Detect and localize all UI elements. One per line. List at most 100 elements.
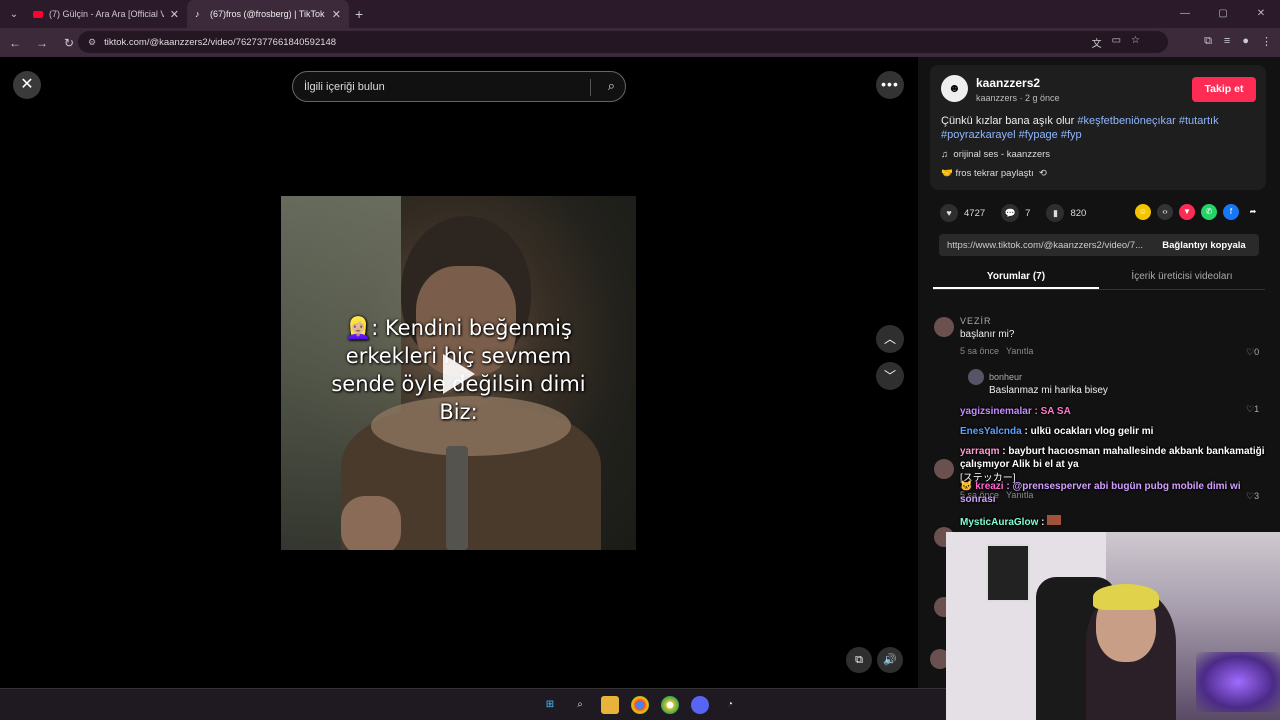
facebook-icon[interactable]: f	[1223, 204, 1239, 220]
file-explorer-icon[interactable]	[601, 696, 619, 714]
maximize-icon[interactable]: ▢	[1204, 0, 1242, 28]
comment-icon[interactable]: 💬	[1001, 204, 1020, 222]
windows-start-icon[interactable]: ⊞	[541, 696, 559, 714]
tab-creator-videos[interactable]: İçerik üreticisi videoları	[1099, 264, 1265, 289]
follow-button[interactable]: Takip et	[1192, 77, 1256, 102]
webcam-neon-light	[1196, 652, 1280, 712]
profile-avatar-icon[interactable]: ●	[1242, 35, 1249, 48]
description-text: Çünkü kızlar bana aşık olur	[941, 115, 1078, 127]
windows-taskbar: ⊞ ⌕ ◔	[0, 688, 946, 720]
chat-emote-icon	[1047, 515, 1062, 525]
address-bar-row: ← → ↻ ⚙ tiktok.com/@kaanzzers2/video/762…	[0, 28, 1280, 57]
reply-button[interactable]: Yanıtla	[1006, 346, 1033, 356]
tab-search-button[interactable]: ⌄	[3, 4, 25, 24]
panel-tabs: Yorumlar (7) İçerik üreticisi videoları	[933, 264, 1265, 290]
comment-count: 7	[1025, 207, 1031, 219]
bookmark-star-icon[interactable]: ☆	[1131, 35, 1140, 50]
minimize-icon[interactable]: —	[1166, 0, 1204, 28]
next-video-button[interactable]: ﹀	[876, 362, 904, 390]
related-search-input[interactable]: İlgili içeriği bulun ⌕	[292, 71, 626, 102]
video-figure-gun	[446, 446, 468, 550]
sound-info[interactable]: ♫ orijinal ses - kaanzzers	[941, 149, 1050, 160]
coin-icon[interactable]: ☺	[1135, 204, 1151, 220]
comment-time: 5 sa önce	[960, 346, 1000, 356]
youtube-icon	[33, 10, 43, 18]
reply-avatar[interactable]	[968, 369, 984, 385]
taskbar-search-icon[interactable]: ⌕	[571, 696, 589, 714]
whatsapp-icon[interactable]: ✆	[1201, 204, 1217, 220]
discord-icon[interactable]	[691, 696, 709, 714]
chat-text: : bayburt hacıosman mahallesinde akbank …	[960, 446, 1265, 470]
extensions-icon[interactable]: ⧉	[1204, 35, 1212, 48]
bookmark-icon[interactable]: ▮	[1046, 204, 1065, 222]
previous-video-button[interactable]: ︿	[876, 325, 904, 353]
repost-icon: ⟲	[1038, 168, 1047, 179]
comment-text: başlanır mi?	[960, 329, 1015, 340]
close-tab-icon[interactable]: ✕	[332, 8, 341, 21]
playlist-icon[interactable]: ≡	[1224, 35, 1230, 48]
chat-text: : ulkü ocakları vlog gelir mi	[1021, 426, 1154, 437]
share-options: ☺ ‹› ▼ ✆ f ➦	[1135, 204, 1261, 220]
picture-in-picture-icon[interactable]: ⧉	[846, 647, 872, 673]
search-placeholder: İlgili içeriği bulun	[304, 80, 385, 93]
play-icon[interactable]	[443, 354, 475, 394]
more-options-button[interactable]: •••	[876, 71, 904, 99]
search-divider	[590, 79, 591, 96]
video-description: Çünkü kızlar bana aşık olur #keşfetbeniö…	[941, 114, 1251, 142]
close-window-icon[interactable]: ✕	[1242, 0, 1280, 28]
reply-username[interactable]: bonheur	[989, 372, 1022, 382]
new-tab-button[interactable]: +	[355, 6, 363, 22]
comment-avatar[interactable]	[934, 459, 954, 479]
video-figure-hand	[341, 496, 401, 550]
copy-link-button[interactable]: Bağlantıyı kopyala	[1149, 240, 1259, 251]
chat-message: 🐱 kreazi : @prensesperver abi bugün pubg…	[960, 480, 1276, 506]
share-arrow-icon[interactable]: ➦	[1245, 204, 1261, 220]
close-viewer-button[interactable]: ✕	[13, 71, 41, 99]
reply-text: Baslanmaz mi harika bisey	[989, 385, 1108, 396]
like-heart-icon[interactable]: ♥	[940, 204, 958, 222]
repost-info: 🤝 fros tekrar paylaştı ⟲	[941, 168, 1047, 179]
forward-icon[interactable]: →	[30, 36, 54, 50]
comment-username[interactable]: VEZİR	[960, 316, 992, 326]
chat-username: EnesYalcnda	[960, 426, 1022, 437]
menu-icon[interactable]: ⋮	[1261, 35, 1272, 48]
webcam-overlay	[946, 532, 1280, 720]
author-username[interactable]: kaanzzers2	[976, 76, 1040, 90]
comment-like-count[interactable]: ♡0	[1246, 347, 1259, 358]
chat-username: kreazi	[975, 481, 1004, 492]
tiktok-icon: ♪	[195, 8, 200, 19]
volume-icon[interactable]: 🔊	[877, 647, 903, 673]
chat-username: yagizsinemalar	[960, 406, 1032, 417]
chrome-canary-icon[interactable]	[661, 696, 679, 714]
url-text: tiktok.com/@kaanzzers2/video/76273776618…	[104, 36, 337, 48]
chat-message: MysticAuraGlow :	[960, 515, 1276, 529]
browser-tab-tiktok[interactable]: ♪ (67)fros (@frosberg) | TikTok ✕	[187, 0, 349, 28]
author-avatar[interactable]: ☻	[941, 75, 968, 102]
repost-share-icon[interactable]: ▼	[1179, 204, 1195, 220]
comment-avatar[interactable]	[934, 317, 954, 337]
browser-tab-bar: ⌄ (7) Gülçin - Ara Ara [Official Vid ✕ ♪…	[0, 0, 1280, 28]
close-tab-icon[interactable]: ✕	[170, 8, 179, 21]
sound-name: orijinal ses - kaanzzers	[953, 149, 1051, 160]
heart-outline-icon: ♡	[1246, 347, 1255, 357]
tab-title: (67)fros (@frosberg) | TikTok	[210, 9, 325, 19]
chrome-icon[interactable]	[631, 696, 649, 714]
video-player[interactable]: 👱🏼‍♀️: Kendini beğenmiş erkekleri hiç se…	[281, 57, 636, 688]
embed-icon[interactable]: ‹›	[1157, 204, 1173, 220]
back-icon[interactable]: ←	[3, 36, 27, 50]
comment-like-value: 0	[1254, 347, 1260, 357]
cast-icon[interactable]: ▭	[1112, 35, 1121, 50]
video-frame[interactable]: 👱🏼‍♀️: Kendini beğenmiş erkekleri hiç se…	[281, 196, 636, 550]
tab-comments[interactable]: Yorumlar (7)	[933, 264, 1099, 289]
repost-text: fros tekrar paylaştı	[955, 168, 1034, 179]
url-field[interactable]: ⚙ tiktok.com/@kaanzzers2/video/762737766…	[78, 31, 1168, 53]
video-link-text[interactable]: https://www.tiktok.com/@kaanzzers2/video…	[939, 240, 1149, 251]
copy-link-row: https://www.tiktok.com/@kaanzzers2/video…	[939, 234, 1259, 256]
webcam-poster	[986, 544, 1030, 602]
chat-message: EnesYalcnda : ulkü ocakları vlog gelir m…	[960, 425, 1276, 438]
translate-icon[interactable]: 文	[1092, 35, 1102, 50]
site-info-icon[interactable]: ⚙	[88, 37, 96, 48]
browser-tab-youtube[interactable]: (7) Gülçin - Ara Ara [Official Vid ✕	[25, 0, 187, 28]
search-icon[interactable]: ⌕	[608, 78, 615, 94]
obs-icon[interactable]: ◔	[721, 696, 739, 714]
